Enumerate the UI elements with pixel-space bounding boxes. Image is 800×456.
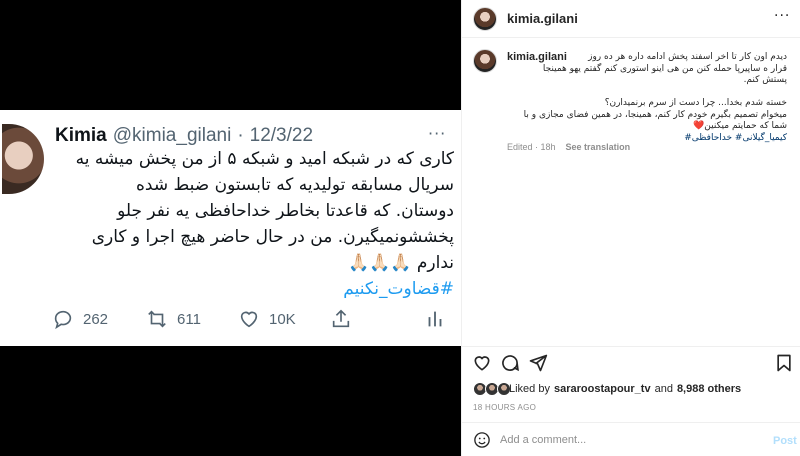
comment-input[interactable]: [500, 429, 750, 451]
liked-and-label: and: [654, 383, 673, 395]
tweet-more-icon: ···: [428, 124, 447, 143]
post-actions: [462, 346, 800, 376]
see-translation-link[interactable]: See translation: [566, 142, 631, 152]
caption-line: پستش کنم.: [743, 75, 787, 85]
post-sidebar: kimia.gilani ··· kimia.gilani دیدم اون ک…: [461, 0, 800, 456]
upload-icon: [332, 309, 350, 328]
tweet-line: سریال مسابقه تولیدیه که تابستون ضبط شده: [136, 175, 454, 195]
tweet-separator: ·: [237, 125, 244, 146]
edited-label: Edited · 18h: [507, 142, 556, 152]
caption-line: قرار ه ساپیرپا حمله کنن من هی اینو استور…: [542, 63, 787, 74]
like-count: 10K: [269, 310, 296, 328]
caption-line-text: دیدم اون کار تا اخر اسفند پخش ادامه داره…: [588, 52, 787, 62]
tweet-analytics: [424, 308, 446, 330]
heart-icon[interactable]: [472, 353, 492, 373]
tweet-text: کاری که در شبکه امید و شبکه ۵ از من پخش …: [40, 146, 454, 302]
caption-meta: Edited · 18h See translation: [507, 142, 630, 152]
header-username[interactable]: kimia.gilani: [507, 11, 578, 26]
post-comment-button[interactable]: Post: [773, 435, 797, 447]
tweet-reply: 262: [52, 308, 108, 330]
liked-by-label: Liked by: [509, 383, 550, 395]
header-avatar[interactable]: [473, 7, 497, 31]
send-icon[interactable]: [528, 353, 548, 373]
reply-icon: [54, 310, 72, 330]
tweet-name: Kimia: [55, 125, 107, 146]
tweet-like: 10K: [238, 308, 296, 330]
tweet-heart-icon: [240, 311, 258, 328]
tweet-line: ندارم 🙏🏻🙏🏻🙏🏻: [347, 253, 454, 273]
tweet-handle: @kimia_gilani: [112, 125, 232, 146]
more-options-icon[interactable]: ···: [774, 8, 790, 24]
tweet-actions: 262 611 10K: [52, 308, 452, 332]
tweet-avatar: [2, 124, 44, 194]
caption-text: دیدم اون کار تا اخر اسفند پخش ادامه داره…: [507, 51, 787, 144]
tweet-hashtag: #قضاوت_نکنیم: [343, 279, 454, 299]
tweet-share: [330, 308, 352, 330]
retweet-icon: [148, 310, 166, 328]
bookmark-icon[interactable]: [774, 353, 794, 373]
caption-avatar[interactable]: [473, 49, 497, 73]
post-media[interactable]: Kimia @kimia_gilani · 12/3/22 ··· کاری ک…: [0, 0, 461, 456]
caption-line: میخوام تصمیم بگیرم خودم کار کنم، همینجا،…: [523, 109, 787, 120]
post-header: kimia.gilani ···: [462, 0, 800, 38]
tweet-retweet: 611: [146, 308, 201, 330]
retweet-count: 611: [177, 310, 201, 328]
tweet-header: Kimia @kimia_gilani · 12/3/22: [55, 124, 313, 148]
caption-line: [507, 87, 787, 99]
tweet-date: 12/3/22: [249, 125, 314, 146]
likes-summary: Liked by sararoostapour_tv and 8,988 oth…: [473, 380, 741, 398]
comment-icon[interactable]: [500, 353, 520, 373]
caption-line: دیدم اون کار تا اخر اسفند پخش ادامه داره…: [507, 51, 787, 64]
caption-line: شما که حمایتم میکنین❤️: [693, 121, 787, 131]
liked-by-user[interactable]: sararoostapour_tv: [554, 383, 651, 395]
caption-line: خسته شدم بخدا... چرا دست از سرم برنمیدار…: [604, 98, 787, 108]
smiley-icon[interactable]: [473, 431, 491, 449]
liked-by-others[interactable]: 8,988 others: [677, 383, 741, 395]
tweet-line: کاری که در شبکه امید و شبکه ۵ از من پخش …: [75, 149, 454, 169]
post-timestamp: 18 HOURS AGO: [473, 403, 537, 412]
comment-bar: Post: [462, 422, 800, 456]
tweet-line: پخششونمیگیرن. من در حال حاضر هیچ اجرا و …: [91, 227, 454, 247]
analytics-icon: [428, 311, 442, 327]
reply-count: 262: [83, 310, 109, 328]
tweet-line: دوستان. که قاعدتا بخاطر خداحافظی یه نفر …: [117, 201, 454, 221]
caption-username-inline[interactable]: kimia.gilani: [507, 51, 567, 64]
